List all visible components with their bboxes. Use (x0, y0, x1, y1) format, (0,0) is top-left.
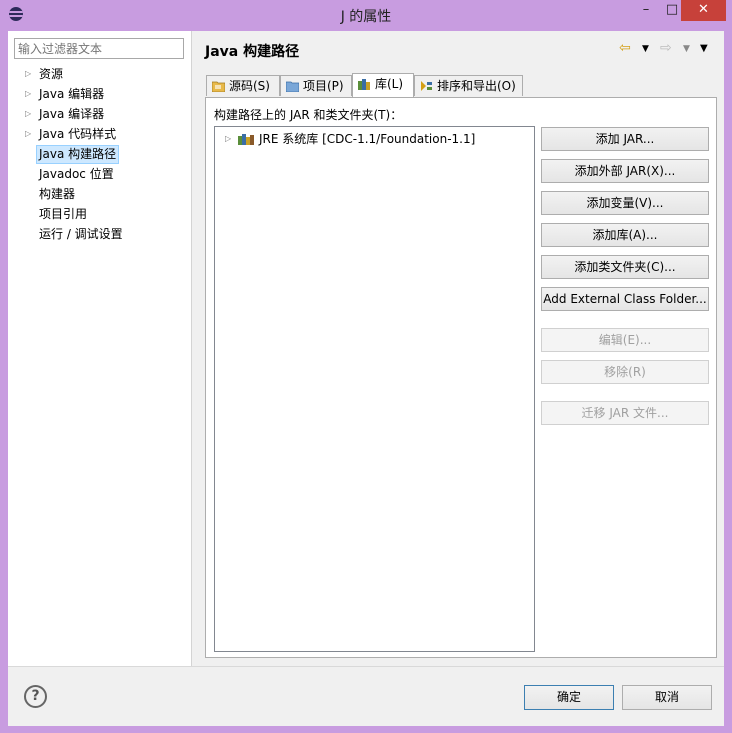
forward-dropdown-icon[interactable]: ▼ (683, 44, 690, 54)
dialog-button-bar: ? 确定 取消 (8, 666, 724, 726)
add-external-jar-button[interactable]: 添加外部 JAR(X)... (541, 159, 709, 183)
sidebar-item-label: Java 编辑器 (39, 87, 105, 101)
sidebar-item-java-build-path[interactable]: Java 构建路径 (8, 144, 191, 164)
cancel-button[interactable]: 取消 (622, 685, 712, 710)
page-title: Java 构建路径 (205, 44, 300, 60)
add-library-button[interactable]: 添加库(A)... (541, 223, 709, 247)
tab-order-export[interactable]: 排序和导出(O) (414, 75, 523, 96)
source-folder-icon (212, 81, 225, 92)
project-folder-icon (286, 81, 299, 92)
tab-label: 项目(P) (303, 79, 344, 93)
tab-projects[interactable]: 项目(P) (280, 75, 352, 96)
sidebar-item-project-references[interactable]: 项目引用 (8, 204, 191, 224)
sidebar-item-label: Javadoc 位置 (39, 167, 114, 181)
sidebar-item-javadoc-location[interactable]: Javadoc 位置 (8, 164, 191, 184)
add-jar-button[interactable]: 添加 JAR... (541, 127, 709, 151)
forward-arrow-icon[interactable]: ⇨ (660, 40, 672, 56)
title-bar[interactable]: J 的属性 – □ ✕ (0, 0, 732, 30)
ok-button[interactable]: 确定 (524, 685, 614, 710)
tab-label: 源码(S) (229, 79, 270, 93)
sidebar-item-label: Java 编译器 (39, 107, 105, 121)
expand-arrow-icon[interactable]: ▷ (25, 124, 31, 144)
sidebar-item-label: 资源 (39, 67, 64, 81)
property-page: Java 构建路径 ⇦ ▼ ⇨ ▼ ▼ 源码(S) 项目(P) 库(L) 排序和… (192, 31, 724, 666)
add-external-class-folder-button[interactable]: Add External Class Folder... (541, 287, 709, 311)
back-dropdown-icon[interactable]: ▼ (642, 44, 649, 54)
back-arrow-icon[interactable]: ⇦ (619, 40, 631, 56)
add-class-folder-button[interactable]: 添加类文件夹(C)... (541, 255, 709, 279)
sidebar-item-label: Java 代码样式 (39, 127, 117, 141)
libraries-tab-panel: 构建路径上的 JAR 和类文件夹(T)： ▷ JRE 系统库 [CDC-1.1/… (205, 97, 717, 658)
jre-library-icon (238, 134, 254, 145)
tab-label: 库(L) (375, 77, 404, 91)
property-page-sidebar: ▷ 资源 ▷ Java 编辑器 ▷ Java 编译器 ▷ Java 代码样式 J… (8, 31, 192, 666)
build-path-library-list[interactable]: ▷ JRE 系统库 [CDC-1.1/Foundation-1.1] (214, 126, 535, 652)
tab-libraries[interactable]: 库(L) (352, 73, 414, 97)
section-label: 构建路径上的 JAR 和类文件夹(T)： (214, 108, 403, 122)
sidebar-item-label: Java 构建路径 (36, 145, 120, 164)
tab-bar: 源码(S) 项目(P) 库(L) 排序和导出(O) (206, 73, 726, 97)
migrate-jar-button[interactable]: 迁移 JAR 文件... (541, 401, 709, 425)
expand-arrow-icon[interactable]: ▷ (25, 104, 31, 124)
library-icon (358, 79, 370, 90)
sidebar-item-label: 运行 / 调试设置 (39, 227, 123, 241)
minimize-button[interactable]: – (633, 0, 659, 21)
tab-label: 排序和导出(O) (437, 79, 516, 93)
sidebar-item-java-code-style[interactable]: ▷ Java 代码样式 (8, 124, 191, 144)
edit-button[interactable]: 编辑(E)... (541, 328, 709, 352)
sidebar-item-java-compiler[interactable]: ▷ Java 编译器 (8, 104, 191, 124)
filter-input[interactable] (14, 38, 184, 59)
sidebar-item-label: 项目引用 (39, 207, 88, 221)
expand-arrow-icon[interactable]: ▷ (225, 130, 231, 148)
expand-arrow-icon[interactable]: ▷ (25, 64, 31, 84)
help-icon[interactable]: ? (24, 685, 47, 708)
window-title: J 的属性 (340, 9, 392, 25)
add-variable-button[interactable]: 添加变量(V)... (541, 191, 709, 215)
view-menu-icon[interactable]: ▼ (700, 43, 708, 54)
sidebar-item-label: 构建器 (39, 187, 76, 201)
sidebar-item-builders[interactable]: 构建器 (8, 184, 191, 204)
dialog-client-area: ▷ 资源 ▷ Java 编辑器 ▷ Java 编译器 ▷ Java 代码样式 J… (8, 31, 724, 726)
sidebar-item-java-editor[interactable]: ▷ Java 编辑器 (8, 84, 191, 104)
close-button[interactable]: ✕ (681, 0, 726, 21)
properties-window: J 的属性 – □ ✕ ▷ 资源 ▷ Java 编辑器 ▷ Java 编译器 (0, 0, 732, 733)
list-item-label: JRE 系统库 [CDC-1.1/Foundation-1.1] (259, 132, 476, 146)
sidebar-item-run-debug-settings[interactable]: 运行 / 调试设置 (8, 224, 191, 244)
tab-source[interactable]: 源码(S) (206, 75, 280, 96)
sidebar-item-resources[interactable]: ▷ 资源 (8, 64, 191, 84)
order-export-icon (421, 81, 432, 91)
remove-button[interactable]: 移除(R) (541, 360, 709, 384)
expand-arrow-icon[interactable]: ▷ (25, 84, 31, 104)
